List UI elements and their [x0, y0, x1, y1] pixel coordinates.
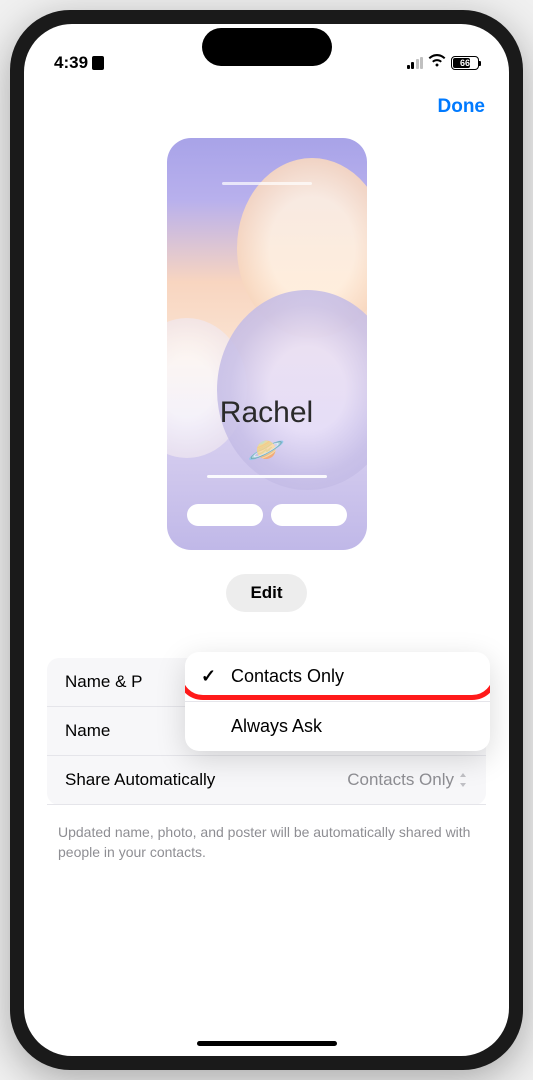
checkmark-icon: ✓ [201, 666, 216, 687]
home-indicator[interactable] [197, 1041, 337, 1046]
share-automatically-row[interactable]: Share Automatically Contacts Only [47, 756, 486, 805]
setting-value: Contacts Only [347, 770, 468, 790]
battery-percentage: 66 [460, 58, 470, 68]
status-right: 66 [407, 54, 480, 72]
poster-contact-name: Rachel [167, 396, 367, 430]
chevron-updown-icon [458, 773, 468, 788]
phone-frame: 4:39 66 Done [10, 10, 523, 1070]
done-button[interactable]: Done [438, 96, 486, 118]
focus-icon [92, 56, 104, 70]
setting-label: Name [65, 721, 110, 741]
dynamic-island [202, 28, 332, 66]
poster-decoration-line [207, 475, 327, 478]
menu-option-contacts-only[interactable]: ✓ Contacts Only [185, 652, 490, 702]
cellular-signal-icon [407, 57, 424, 69]
status-time: 4:39 [54, 53, 88, 73]
wifi-icon [428, 54, 446, 72]
battery-icon: 66 [451, 56, 479, 70]
poster-decoration-line [222, 182, 312, 185]
nav-bar: Done [24, 84, 509, 130]
screen: 4:39 66 Done [24, 24, 509, 1056]
contact-poster-preview[interactable]: Rachel 🪐 [167, 138, 367, 550]
saturn-icon: 🪐 [167, 433, 367, 468]
menu-option-label: Always Ask [231, 716, 322, 736]
poster-action-pills [167, 504, 367, 526]
poster-pill [271, 504, 347, 526]
poster-pill [187, 504, 263, 526]
footer-description: Updated name, photo, and poster will be … [50, 823, 489, 862]
share-options-popup: ✓ Contacts Only Always Ask [185, 652, 490, 751]
menu-option-label: Contacts Only [231, 666, 344, 686]
menu-option-always-ask[interactable]: Always Ask [185, 702, 490, 751]
edit-button[interactable]: Edit [226, 574, 306, 612]
content-area: Rachel 🪐 Edit Name & P Name Share Automa… [24, 130, 509, 862]
setting-label: Name & P [65, 672, 142, 692]
status-left: 4:39 [54, 53, 104, 73]
settings-group: Name & P Name Share Automatically Contac… [47, 658, 486, 805]
setting-label: Share Automatically [65, 770, 215, 790]
